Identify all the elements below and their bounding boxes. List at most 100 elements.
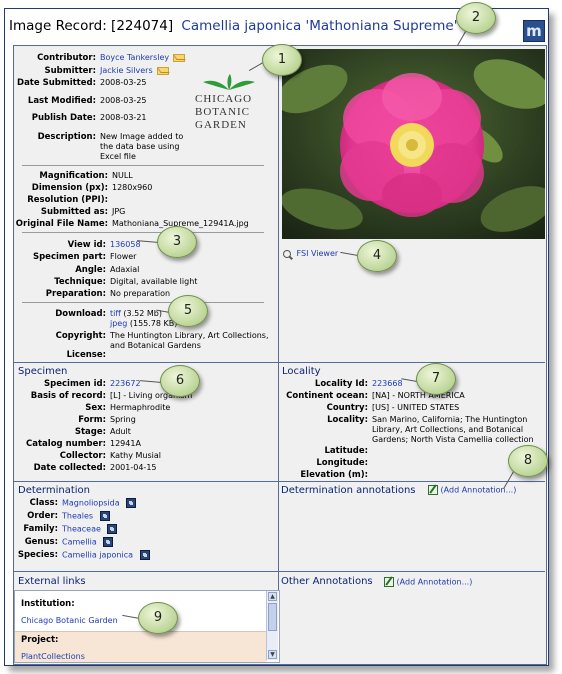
date-submitted-label: Date Submitted: [17,78,96,88]
collector-label: Collector: [59,451,106,461]
project-row: Project: PlantCollections [15,631,267,662]
specimen-part-label: Specimen part: [32,252,106,262]
catalog-number-label: Catalog number: [26,439,106,449]
scroll-down-icon[interactable]: ▼ [268,650,277,659]
separator [22,165,264,166]
institution-link[interactable]: Chicago Botanic Garden [21,616,118,626]
taxon-title-link[interactable]: Camellia japonica 'Mathoniana Supreme' [181,18,457,34]
family-label: Family: [23,524,58,534]
description-line-1: New Image added to [100,132,184,141]
basis-label: Basis of record: [30,391,106,401]
project-link[interactable]: PlantCollections [21,652,85,662]
magnification-label: Magnification: [39,171,108,181]
locality-id-label: Locality Id: [314,379,368,389]
stage-value: Adult [110,427,131,436]
jpeg-size: (155.78 KB) [129,319,178,328]
original-file-label: Original File Name: [15,219,108,229]
catalog-number-value: 12941A [110,439,141,448]
scroll-up-icon[interactable]: ▲ [268,592,277,601]
mail-icon[interactable] [156,66,169,75]
page-header: Image Record: [224074] Camellia japonica… [9,18,479,34]
species-label: Species: [17,550,58,560]
last-modified-value: 2008-03-25 [100,96,147,105]
contributor-value: Boyce Tankersley [100,53,186,63]
contributor-link[interactable]: Boyce Tankersley [100,53,169,62]
specimen-part-value: Flower [110,252,137,261]
download-label: Download: [55,309,106,319]
callout-7: 7 [416,363,456,395]
taxonomy-tree-icon[interactable] [139,550,150,560]
submitter-link[interactable]: Jackie Silvers [100,66,153,75]
contributor-label: Contributor: [37,53,96,63]
external-links-scrollbar[interactable]: ▲ ▼ [266,591,278,660]
elevation-label: Elevation (m): [300,470,368,480]
preparation-label: Preparation: [45,289,106,299]
description-line-2: the data base using [100,142,180,151]
specimen-photo[interactable] [282,49,545,239]
copyright-label: Copyright: [55,331,106,341]
view-id-label: View id: [67,240,106,250]
locality-line-2: Library, Art Collections, and Botanical [372,425,524,434]
separator [22,232,264,233]
family-link[interactable]: Theaceae [62,525,101,534]
genus-label: Genus: [24,537,58,547]
camellia-flower-image [282,49,545,239]
divider-determination [14,481,545,482]
class-link[interactable]: Magnoliopsida [62,499,120,508]
divider-external [14,571,545,572]
dimension-value: 1280x960 [112,183,153,192]
stage-label: Stage: [74,427,106,437]
determination-annotations-title: Determination annotations [281,485,416,496]
specimen-id-link[interactable]: 223672 [110,379,141,389]
collector-value: Kathy Musial [110,451,161,460]
divider-specimen [14,362,545,363]
taxonomy-tree-icon[interactable] [99,511,110,521]
date-collected-value: 2001-04-15 [110,463,157,472]
fsi-viewer-link[interactable]: FSI Viewer [297,249,339,258]
genus-value: Camellia [62,537,114,548]
copyright-line-2: and Botanical Gardens [110,341,201,350]
edit-annotation-icon [428,485,438,495]
submitted-as-value: JPG [112,207,126,216]
add-other-annotation-link[interactable]: (Add Annotation...) [397,578,473,587]
taxonomy-tree-icon[interactable] [126,498,137,508]
locality-id-link[interactable]: 223668 [372,379,403,389]
species-link[interactable]: Camellia japonica [62,551,133,560]
angle-label: Angle: [75,265,106,275]
genus-link[interactable]: Camellia [62,538,97,547]
taxonomy-tree-icon[interactable] [107,524,118,534]
preparation-value: No preparation [110,289,171,298]
license-label: License: [66,350,106,360]
callout-8: 8 [508,445,548,477]
continent-label: Continent ocean: [286,391,368,401]
org-logo-line-2: BOTANIC [195,106,251,118]
form-value: Spring [110,415,136,424]
jpeg-download-link[interactable]: jpeg [110,319,127,328]
mail-icon[interactable] [173,53,186,62]
taxonomy-tree-icon[interactable] [103,537,114,547]
locality-label: Locality: [327,415,368,425]
callout-9: 9 [138,602,178,634]
callout-6: 6 [160,365,200,397]
last-modified-label: Last Modified: [27,96,96,106]
class-label: Class: [29,498,58,508]
tiff-download-link[interactable]: tiff [110,309,121,318]
magnification-value: NULL [112,171,133,180]
morphbank-logo-icon[interactable]: m [523,20,545,42]
fsi-viewer[interactable]: FSI Viewer [283,249,338,259]
order-label: Order: [27,511,58,521]
angle-value: Adaxial [110,265,140,274]
submitted-as-label: Submitted as: [40,207,108,217]
view-id-link[interactable]: 136058 [110,240,141,250]
date-collected-label: Date collected: [33,463,106,473]
order-link[interactable]: Theales [62,512,93,521]
locality-section-title: Locality [282,366,321,377]
scroll-thumb[interactable] [268,603,277,631]
callout-3: 3 [157,226,197,258]
project-label: Project: [21,635,59,645]
add-other-annotation[interactable]: (Add Annotation...) [384,577,472,588]
page-title: Image Record: [224074] [9,18,174,34]
callout-4: 4 [357,240,397,272]
country-value: [US] - UNITED STATES [372,403,460,412]
magnifier-icon [283,249,291,258]
